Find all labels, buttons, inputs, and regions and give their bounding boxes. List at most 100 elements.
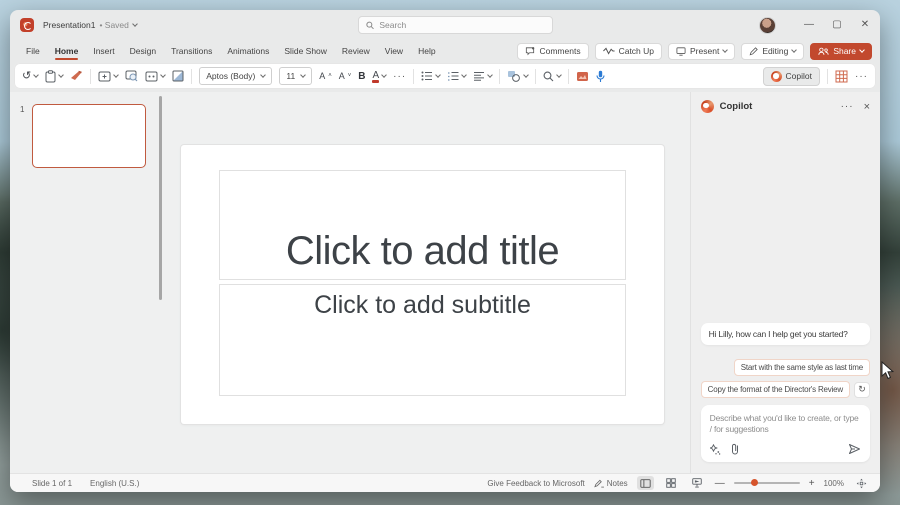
paste-button[interactable] xyxy=(45,70,63,83)
pulse-icon xyxy=(603,47,615,55)
copilot-menu-button[interactable]: ··· xyxy=(841,101,854,112)
tab-animations[interactable]: Animations xyxy=(227,44,269,58)
share-button[interactable]: Share xyxy=(810,43,872,60)
comments-button[interactable]: Comments xyxy=(517,43,588,60)
format-painter-icon xyxy=(70,70,83,82)
zoom-slider[interactable] xyxy=(734,482,800,484)
refresh-suggestions-button[interactable]: ↻ xyxy=(854,382,870,398)
bullets-button[interactable] xyxy=(421,71,440,81)
chevron-down-icon xyxy=(791,47,797,53)
subtitle-placeholder-text: Click to add subtitle xyxy=(314,291,531,320)
subtitle-placeholder[interactable]: Click to add subtitle xyxy=(219,284,626,396)
fit-slide-button[interactable] xyxy=(853,476,870,490)
chevron-down-icon xyxy=(33,72,39,78)
normal-view-button[interactable] xyxy=(637,476,654,490)
layout-button[interactable] xyxy=(145,71,165,82)
designer-button[interactable] xyxy=(576,71,589,82)
editing-mode-button[interactable]: Editing xyxy=(741,43,804,60)
slide[interactable]: Click to add title Click to add subtitle xyxy=(181,145,664,424)
chevron-down-icon xyxy=(160,72,166,78)
title-placeholder[interactable]: Click to add title xyxy=(219,170,626,280)
chevron-down-icon xyxy=(523,72,529,78)
format-painter-button[interactable] xyxy=(70,70,83,82)
zoom-out-button[interactable]: — xyxy=(715,478,725,489)
tab-view[interactable]: View xyxy=(385,44,403,58)
magnifier-icon xyxy=(543,71,554,82)
dictate-button[interactable] xyxy=(596,70,605,83)
microphone-icon xyxy=(596,70,605,83)
suggestion-chip[interactable]: Start with the same style as last time xyxy=(734,359,870,376)
design-ideas-button[interactable] xyxy=(172,70,184,82)
notes-icon xyxy=(594,479,604,488)
numbering-button[interactable] xyxy=(447,71,466,81)
tab-insert[interactable]: Insert xyxy=(93,44,114,58)
copilot-input-placeholder: Describe what you'd like to create, or t… xyxy=(710,413,861,437)
present-button[interactable]: Present xyxy=(668,43,735,60)
minimize-button[interactable]: — xyxy=(802,10,816,40)
align-button[interactable] xyxy=(473,71,492,81)
undo-button[interactable]: ↺ xyxy=(22,71,38,82)
design-ideas-icon xyxy=(172,70,184,82)
copilot-button[interactable]: Copilot xyxy=(763,67,820,86)
tab-help[interactable]: Help xyxy=(418,44,435,58)
slide-number: 1 xyxy=(20,105,24,114)
slide-canvas: Click to add title Click to add subtitle xyxy=(160,92,690,473)
slide-thumbnail[interactable] xyxy=(32,104,146,168)
bold-button[interactable]: B xyxy=(358,71,365,82)
copilot-close-button[interactable]: × xyxy=(864,101,870,113)
tab-review[interactable]: Review xyxy=(342,44,370,58)
chevron-down-icon xyxy=(461,72,467,78)
autosave-status: • Saved xyxy=(99,20,128,30)
shrink-font-button[interactable]: A˅ xyxy=(339,71,352,81)
zoom-slider-thumb[interactable] xyxy=(751,479,758,486)
designer-pane-button[interactable] xyxy=(835,70,848,83)
title-placeholder-text: Click to add title xyxy=(286,229,559,274)
close-button[interactable]: ✕ xyxy=(858,10,872,40)
comment-icon xyxy=(525,47,535,56)
new-slide-button[interactable] xyxy=(98,71,118,82)
find-button[interactable] xyxy=(543,71,561,82)
tab-home[interactable]: Home xyxy=(55,44,79,58)
copilot-input[interactable]: Describe what you'd like to create, or t… xyxy=(701,405,870,462)
notes-button[interactable]: Notes xyxy=(594,479,628,488)
suggestion-chip[interactable]: Copy the format of the Director's Review xyxy=(701,381,850,398)
chevron-down-icon xyxy=(381,72,387,78)
chevron-down-icon xyxy=(58,72,64,78)
search-input[interactable] xyxy=(379,20,545,30)
grow-font-button[interactable]: A˄ xyxy=(319,71,332,81)
feedback-link[interactable]: Give Feedback to Microsoft xyxy=(487,479,584,488)
chevron-down-icon xyxy=(859,47,865,53)
font-color-button[interactable]: A xyxy=(372,70,386,83)
reuse-slides-button[interactable] xyxy=(125,70,138,82)
mouse-cursor xyxy=(881,361,895,381)
present-screen-icon xyxy=(676,47,686,56)
designer-icon xyxy=(576,71,589,82)
user-avatar[interactable] xyxy=(759,17,776,34)
tab-file[interactable]: File xyxy=(26,44,40,58)
catch-up-button[interactable]: Catch Up xyxy=(595,43,662,60)
prompt-sparkle-icon[interactable] xyxy=(710,444,721,455)
ribbon-more-button[interactable]: ··· xyxy=(855,71,868,82)
search-bar[interactable] xyxy=(358,16,553,34)
document-title[interactable]: Presentation1 • Saved xyxy=(43,20,137,30)
tab-design[interactable]: Design xyxy=(130,44,156,58)
reuse-slides-icon xyxy=(125,70,138,82)
slide-thumbnail-pane: 1 xyxy=(10,92,160,473)
slide-show-button[interactable] xyxy=(689,476,706,490)
zoom-level[interactable]: 100% xyxy=(824,479,844,488)
copilot-pane: Copilot ··· × Hi Lilly, how can I help g… xyxy=(690,92,880,473)
more-font-options-button[interactable]: ··· xyxy=(393,71,406,82)
attach-icon[interactable] xyxy=(730,443,740,455)
slide-count: Slide 1 of 1 xyxy=(32,479,72,488)
zoom-in-button[interactable]: + xyxy=(809,478,815,489)
font-size-select[interactable]: 11 xyxy=(279,67,312,85)
undo-icon: ↺ xyxy=(22,71,31,82)
font-name-select[interactable]: Aptos (Body) xyxy=(199,67,272,85)
send-icon[interactable] xyxy=(848,443,861,455)
tab-transitions[interactable]: Transitions xyxy=(171,44,212,58)
maximize-button[interactable]: ▢ xyxy=(830,10,844,40)
slide-sorter-view-button[interactable] xyxy=(663,476,680,490)
shapes-button[interactable] xyxy=(507,70,528,82)
language-indicator[interactable]: English (U.S.) xyxy=(90,479,139,488)
tab-slide-show[interactable]: Slide Show xyxy=(284,44,327,58)
